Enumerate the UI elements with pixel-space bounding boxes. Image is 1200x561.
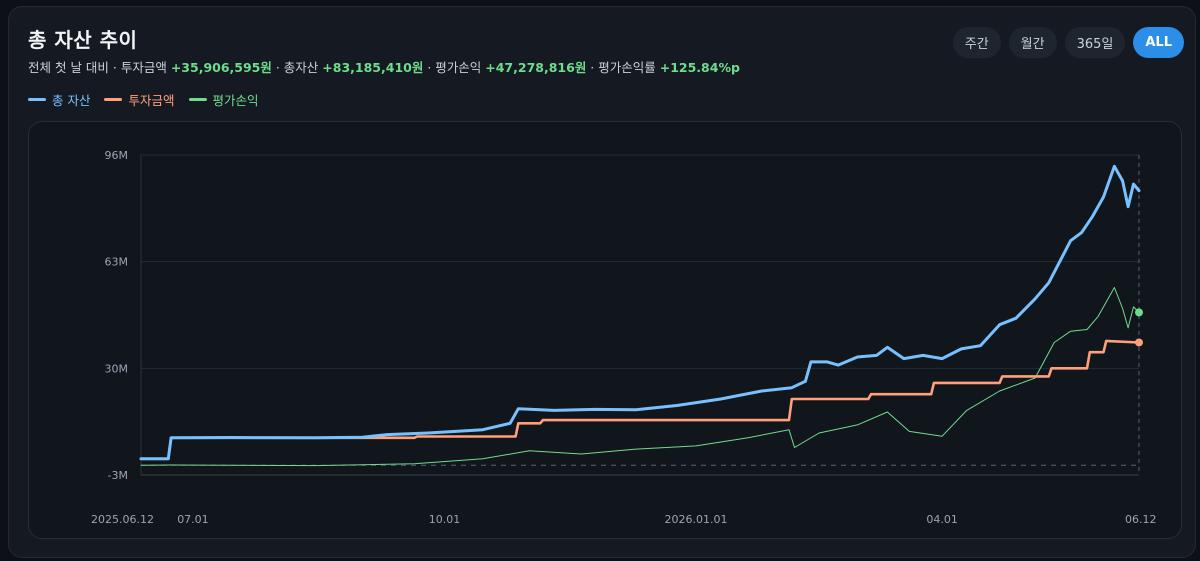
summary-prefix: 전체 첫 날 대비 · 투자금액 xyxy=(28,60,171,75)
range-all-button[interactable]: ALL xyxy=(1133,27,1184,58)
range-selector: 주간 월간 365일 ALL xyxy=(952,27,1184,58)
series-end-point xyxy=(1135,308,1143,317)
legend-label-invest-amount: 투자금액 xyxy=(128,93,175,108)
legend-label-total-asset: 총 자산 xyxy=(52,93,91,108)
range-monthly-button[interactable]: 월간 xyxy=(1008,27,1057,58)
y-tick-label: 30M xyxy=(105,362,129,375)
x-tick-label: 2025.06.12 xyxy=(91,513,154,526)
summary-sep-total: · 총자산 xyxy=(271,60,323,75)
x-tick-label: 06.12 xyxy=(1125,513,1157,526)
series-end-point xyxy=(1135,338,1143,347)
legend-swatch-pnl xyxy=(188,98,207,101)
chart-area[interactable]: 96M 63M 30M -3M 2025.06.12 07.01 10.01 2026.01.… xyxy=(28,121,1182,539)
x-tick-label: 2026.01.01 xyxy=(665,513,728,526)
summary-sep-pnl: · 평가손익 xyxy=(423,60,486,75)
total-asset-delta-value: +83,185,410원 xyxy=(322,60,424,75)
asset-line-chart[interactable]: 96M 63M 30M -3M 2025.06.12 07.01 10.01 2026.01.… xyxy=(29,122,1182,539)
chart-legend: 총 자산 투자금액 평가손익 xyxy=(28,90,259,109)
y-tick-label: -3M xyxy=(108,469,128,482)
summary-line: 전체 첫 날 대비 · 투자금액 +35,906,595원 · 총자산 +83,… xyxy=(28,57,740,76)
legend-item-total-asset[interactable]: 총 자산 xyxy=(28,90,90,109)
summary-sep-rate: · 평가손익률 xyxy=(586,60,660,75)
y-tick-label: 96M xyxy=(105,149,129,162)
legend-item-invest-amount[interactable]: 투자금액 xyxy=(104,90,175,109)
series-line xyxy=(139,339,1141,461)
y-tick-label: 63M xyxy=(105,256,129,269)
invest-delta-value: +35,906,595원 xyxy=(170,60,272,75)
range-weekly-button[interactable]: 주간 xyxy=(952,27,1001,58)
legend-item-pnl[interactable]: 평가손익 xyxy=(188,90,259,109)
page-title: 총 자산 추이 xyxy=(28,28,138,52)
range-365-button[interactable]: 365일 xyxy=(1064,27,1126,58)
series-line xyxy=(139,164,1141,461)
pnl-rate-value: +125.84%p xyxy=(659,60,740,75)
legend-swatch-invest-amount xyxy=(104,98,123,101)
x-tick-label: 04.01 xyxy=(926,513,958,526)
legend-swatch-total-asset xyxy=(28,98,46,101)
pnl-delta-value: +47,278,816원 xyxy=(485,60,587,75)
x-tick-label: 10.01 xyxy=(429,513,461,526)
legend-label-pnl: 평가손익 xyxy=(212,93,259,108)
x-tick-label: 07.01 xyxy=(177,513,209,526)
